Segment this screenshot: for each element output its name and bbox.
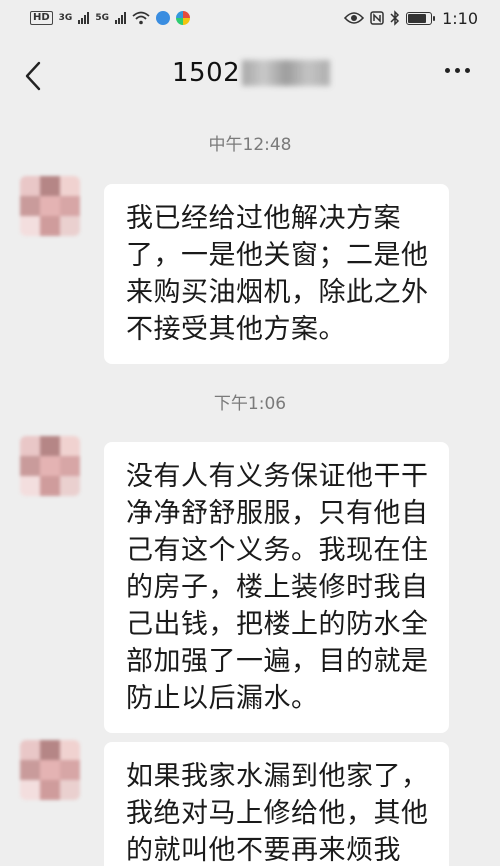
message-line: 没有人有义务保证他干干 [126,461,429,492]
message-line: 的房子，楼上装修时我自 [126,572,429,603]
avatar-mosaic-tile [20,176,40,196]
avatar-mosaic-tile [60,216,80,236]
conversation-header: 1502 [0,36,500,116]
status-right: 1:10 [344,9,478,28]
app-icon [155,11,170,25]
avatar-mosaic-tile [40,216,60,236]
avatar-mosaic-tile [20,780,40,800]
avatar-mosaic-tile [60,780,80,800]
more-horizontal-icon [445,68,450,73]
avatar-mosaic-tile [60,456,80,476]
status-time: 1:10 [442,8,478,28]
signal-icon [78,12,90,24]
wifi-icon [132,11,150,25]
message-bubble[interactable]: 没有人有义务保证他干干 净净舒舒服服，只有他自 己有这个义务。我现在住 的房子，… [104,442,449,733]
app-icon [175,11,190,25]
avatar-mosaic-tile [20,740,40,760]
message-line: 我绝对马上修给他，其他 [126,798,429,829]
status-left: HD 3G 5G [30,11,190,25]
avatar-mosaic-tile [60,740,80,760]
eye-icon [344,12,365,24]
avatar-mosaic-tile [60,436,80,456]
more-dot [455,68,460,73]
message-bubble[interactable]: 我已经给过他解决方案 了，一是他关窗；二是他 来购买油烟机，除此之外 不接受其他… [104,184,449,364]
message-line: 己有这个义务。我现在住 [126,535,429,566]
message-line: 了，一是他关窗；二是他 [126,240,429,271]
avatar-mosaic-tile [60,176,80,196]
avatar-mosaic-tile [40,456,60,476]
timestamp: 中午12:48 [208,135,292,155]
hd-icon: HD [30,11,53,25]
message-line: 我已经给过他解决方案 [126,203,401,234]
more-options-button[interactable] [445,68,470,73]
avatar[interactable] [20,176,80,236]
network-type-1: 3G [58,13,73,23]
avatar-mosaic-tile [20,760,40,780]
battery-icon [406,11,436,25]
nfc-icon [370,11,384,25]
avatar-mosaic-tile [20,456,40,476]
message-line: 如果我家水漏到他家了， [126,761,429,792]
status-bar: HD 3G 5G 1:10 [0,0,500,36]
timestamp: 下午1:06 [213,394,287,414]
avatar-mosaic-tile [60,196,80,216]
redacted-number-blur [242,60,331,86]
message-line: 净净舒舒服服，只有他自 [126,498,429,529]
more-dot [465,68,470,73]
avatar-mosaic-tile [40,176,60,196]
message-line: 不接受其他方案。 [126,314,346,345]
signal-icon [114,12,126,24]
back-button[interactable] [18,58,48,94]
message-line: 己出钱，把楼上的防水全 [126,609,429,640]
sms-conversation-screen: HD 3G 5G 1:10 1502 中午12:48 我已经给过他解决方案 了，… [0,0,500,866]
avatar-mosaic-tile [60,476,80,496]
chevron-left-icon [25,61,41,91]
avatar-mosaic-tile [20,436,40,456]
contact-title[interactable]: 1502 [172,58,331,88]
avatar-mosaic-tile [40,780,60,800]
avatar-mosaic-tile [40,196,60,216]
avatar-mosaic-tile [20,196,40,216]
avatar-mosaic-tile [40,740,60,760]
contact-number: 1502 [172,58,241,88]
avatar-mosaic-tile [40,436,60,456]
avatar-mosaic-tile [60,760,80,780]
message-line: 部加强了一遍，目的就是 [126,646,429,677]
message-line: 防止以后漏水。 [126,683,319,714]
message-bubble[interactable]: 如果我家水漏到他家了， 我绝对马上修给他，其他 的就叫他不要再来烦我 [104,742,449,866]
network-type-2: 5G [95,13,109,23]
avatar-mosaic-tile [20,476,40,496]
avatar-mosaic-tile [40,760,60,780]
avatar-mosaic-tile [20,216,40,236]
bluetooth-icon [390,10,400,26]
message-line: 的就叫他不要再来烦我 [126,835,401,866]
message-line: 来购买油烟机，除此之外 [126,277,429,308]
avatar-mosaic-tile [40,476,60,496]
avatar[interactable] [20,436,80,496]
avatar[interactable] [20,740,80,800]
